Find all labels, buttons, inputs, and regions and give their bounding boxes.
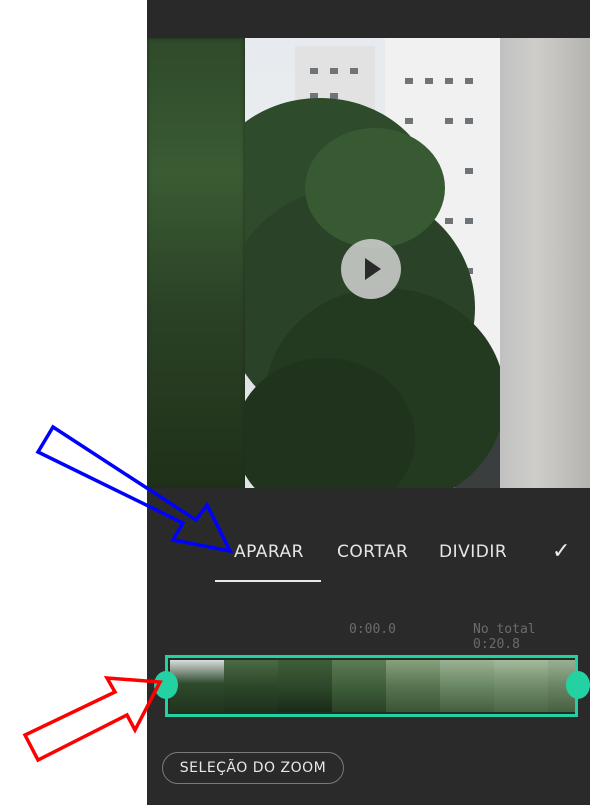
- annotation-arrows: [22, 424, 234, 763]
- blue-arrow-icon: [35, 424, 234, 554]
- red-arrow-icon: [22, 676, 163, 763]
